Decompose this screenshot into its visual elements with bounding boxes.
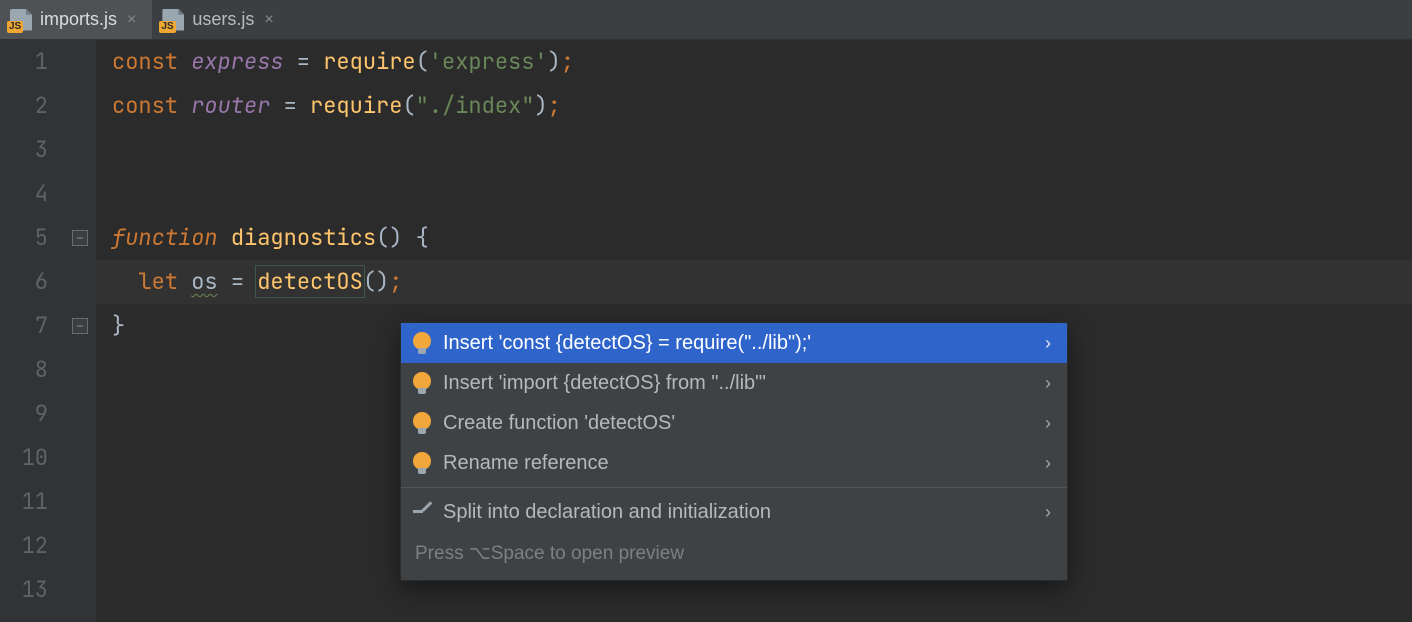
intention-action-label: Insert 'const {detectOS} = require("../l… [443, 323, 811, 363]
intention-action-label: Split into declaration and initializatio… [443, 492, 771, 532]
chevron-right-icon: › [1045, 492, 1051, 532]
line-number: 8 [0, 348, 48, 392]
close-icon[interactable]: × [125, 11, 138, 29]
line-number: 9 [0, 392, 48, 436]
lightbulb-icon [413, 372, 431, 394]
line-number: 11 [0, 480, 48, 524]
intention-action-item[interactable]: Insert 'import {detectOS} from "../lib"'… [401, 363, 1067, 403]
js-file-icon: JS [162, 9, 184, 31]
line-number: 12 [0, 524, 48, 568]
lightbulb-icon [413, 332, 431, 354]
intention-action-item[interactable]: Create function 'detectOS' › [401, 403, 1067, 443]
lightbulb-icon [413, 412, 431, 434]
editor-tab-label: users.js [192, 9, 254, 30]
chevron-right-icon: › [1045, 403, 1051, 443]
line-number: 7 [0, 304, 48, 348]
line-number: 5 [0, 216, 48, 260]
fold-toggle-icon[interactable]: − [72, 318, 88, 334]
chevron-right-icon: › [1045, 363, 1051, 403]
line-number: 6 [0, 260, 48, 304]
line-number: 10 [0, 436, 48, 480]
chevron-right-icon: › [1045, 443, 1051, 483]
line-number: 3 [0, 128, 48, 172]
code-line[interactable]: function diagnostics() { [112, 216, 1412, 260]
pencil-icon [413, 503, 431, 521]
intention-action-label: Rename reference [443, 443, 609, 483]
lightbulb-icon [413, 452, 431, 474]
close-icon[interactable]: × [262, 11, 275, 29]
editor-tab-label: imports.js [40, 9, 117, 30]
editor-tabbar: JS imports.js × JS users.js × [0, 0, 1412, 40]
code-line[interactable]: const express = require('express'); [112, 40, 1412, 84]
code-line[interactable]: const router = require("./index"); [112, 84, 1412, 128]
intention-action-label: Insert 'import {detectOS} from "../lib"' [443, 363, 766, 403]
js-file-icon: JS [10, 9, 32, 31]
popup-hint: Press ⌥Space to open preview [401, 532, 1067, 580]
intention-actions-popup[interactable]: Insert 'const {detectOS} = require("../l… [400, 322, 1068, 581]
line-number: 13 [0, 568, 48, 612]
line-number: 1 [0, 40, 48, 84]
intention-action-item[interactable]: Rename reference › [401, 443, 1067, 483]
fold-toggle-icon[interactable]: − [72, 230, 88, 246]
popup-separator [401, 487, 1067, 488]
editor-tab[interactable]: JS users.js × [152, 0, 289, 39]
editor-tab[interactable]: JS imports.js × [0, 0, 152, 39]
line-number: 4 [0, 172, 48, 216]
intention-action-item[interactable]: Split into declaration and initializatio… [401, 492, 1067, 532]
code-line[interactable] [112, 172, 1412, 216]
code-line[interactable] [112, 128, 1412, 172]
chevron-right-icon: › [1045, 323, 1051, 363]
fold-column: −− [66, 40, 96, 622]
line-number-gutter: 12345678910111213 [0, 40, 66, 622]
intention-action-label: Create function 'detectOS' [443, 403, 675, 443]
intention-action-item[interactable]: Insert 'const {detectOS} = require("../l… [401, 323, 1067, 363]
line-number: 2 [0, 84, 48, 128]
